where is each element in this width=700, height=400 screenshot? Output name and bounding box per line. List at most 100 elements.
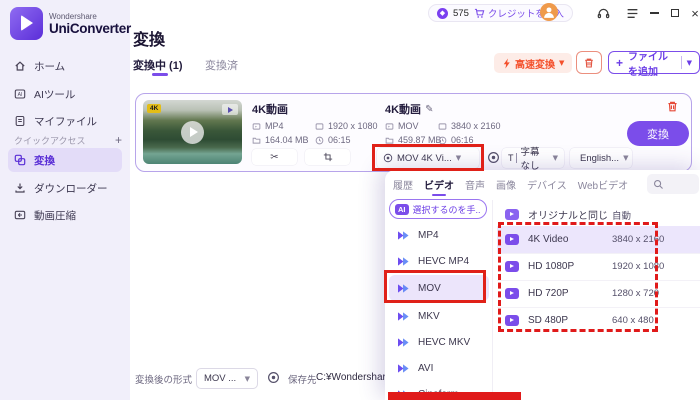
support-headset-button[interactable]: [595, 5, 611, 21]
edit-icon[interactable]: ✎: [425, 104, 433, 115]
sidebar-item-label: AIツール: [34, 88, 76, 101]
caret-down-icon: ▼: [559, 59, 565, 67]
trash-icon: [585, 58, 593, 68]
credits-count: 575: [453, 7, 469, 19]
gear-icon: [268, 372, 279, 383]
video-format-icon: [398, 230, 409, 240]
video-format-icon: [398, 337, 409, 347]
scissors-icon: ✂: [270, 151, 279, 163]
audio-dropdown[interactable]: English... ▼: [570, 148, 632, 168]
fast-convert-button[interactable]: 高速変換 ▼: [494, 53, 573, 73]
output-format-dropdown[interactable]: MOV ... ▼: [196, 368, 258, 389]
output-format-value: MOV ...: [204, 373, 237, 384]
tab-converted[interactable]: 変換済: [205, 57, 238, 73]
source-format-value: MP4: [265, 121, 284, 131]
resolution-icon: [315, 122, 324, 130]
play-icon[interactable]: [181, 121, 204, 144]
minimize-icon: [649, 12, 659, 14]
panel-tab-device[interactable]: デバイス: [527, 177, 567, 196]
home-icon: [15, 61, 25, 71]
output-file-title: 4K動画: [385, 104, 422, 116]
ai-select-button[interactable]: AI 選択するのを手...: [389, 199, 487, 219]
quick-access-section: クイックアクセス +: [14, 133, 122, 147]
video-thumbnail[interactable]: 4K: [143, 100, 242, 164]
add-files-button[interactable]: + ファイルを追加 ▼: [608, 51, 700, 78]
format-item-mp4[interactable]: MP4: [389, 222, 489, 248]
output-file-title-row: 4K動画 ✎: [385, 101, 433, 117]
gear-icon: [488, 152, 499, 163]
trash-icon: [668, 101, 677, 112]
sidebar-item-label: 変換: [34, 154, 55, 167]
format-icon: [252, 122, 261, 130]
format-search-box[interactable]: [647, 174, 699, 194]
uniconverter-logo-icon: [10, 7, 43, 40]
source-duration: 06:15: [315, 135, 351, 145]
output-format-label: 変換後の形式: [135, 375, 193, 386]
plus-icon: +: [616, 55, 624, 70]
audio-value: English...: [580, 152, 620, 164]
subtitle-dropdown[interactable]: T 字幕なし ▼: [502, 147, 564, 172]
clear-list-button[interactable]: [576, 51, 602, 74]
destination-label: 保存先: [288, 375, 317, 386]
tab-converting[interactable]: 変換中 (1): [133, 57, 183, 73]
format-item-hevc-mkv[interactable]: HEVC MKV: [389, 329, 489, 355]
list-icon: [627, 8, 637, 18]
sidebar-item-my-files[interactable]: マイファイル: [8, 109, 122, 133]
panel-tab-image[interactable]: 画像: [496, 177, 516, 196]
format-icon: [385, 122, 394, 130]
page-title: 変換: [133, 32, 166, 49]
sidebar-item-video-compress[interactable]: 動画圧縮: [8, 203, 122, 227]
sidebar-item-label: マイファイル: [34, 115, 97, 128]
format-item-mkv[interactable]: MKV: [389, 303, 489, 329]
panel-tab-webvideo[interactable]: Webビデオ: [578, 177, 628, 196]
minimize-button[interactable]: [645, 4, 663, 22]
add-files-label: ファイルを追加: [628, 51, 669, 78]
sidebar-item-convert[interactable]: 変換: [8, 148, 122, 172]
compress-icon: [14, 210, 26, 220]
avatar[interactable]: [540, 3, 558, 21]
output-resolution: 3840 x 2160: [438, 121, 501, 131]
format-label: MKV: [418, 310, 440, 322]
task-list-button[interactable]: [624, 5, 640, 21]
panel-tab-video[interactable]: ビデオ: [424, 177, 454, 196]
preset-settings-button[interactable]: [487, 151, 500, 169]
quick-access-add-button[interactable]: +: [115, 133, 122, 147]
maximize-button[interactable]: [666, 4, 684, 22]
caret-down-icon: ▼: [552, 154, 558, 162]
source-resolution-value: 1920 x 1080: [328, 121, 378, 131]
quick-access-label: クイックアクセス: [14, 135, 86, 146]
close-button[interactable]: ×: [686, 4, 700, 22]
format-item-avi[interactable]: AVI: [389, 355, 489, 381]
app-logo: Wondershare UniConverter: [10, 7, 131, 40]
panel-tabs: 履歴 ビデオ 音声 画像 デバイス Webビデオ: [393, 177, 628, 196]
remove-task-button[interactable]: [666, 100, 679, 118]
annotation-preset-highlight: [372, 144, 484, 171]
uniconverter-window: ◆ 575 クレジットを購入 × Wondershare UniConverte…: [0, 0, 700, 400]
caret-down-icon: ▼: [623, 154, 629, 162]
output-resolution-value: 3840 x 2160: [451, 121, 501, 131]
panel-tab-audio[interactable]: 音声: [465, 177, 485, 196]
convert-button[interactable]: 変換: [627, 121, 689, 146]
source-size: 164.04 MB: [252, 135, 309, 145]
source-resolution: 1920 x 1080: [315, 121, 378, 131]
sidebar-item-label: ダウンローダー: [34, 182, 108, 195]
sidebar-item-home[interactable]: ホーム: [8, 54, 122, 78]
ai-badge-icon: AI: [395, 203, 409, 215]
format-label: HEVC MP4: [418, 255, 470, 267]
format-label: AVI: [418, 362, 434, 374]
annotation-resolution-dashed-box: [498, 222, 658, 332]
subtitle-value: 字幕なし: [520, 147, 540, 172]
crop-button[interactable]: [305, 149, 350, 165]
panel-tab-history[interactable]: 履歴: [393, 177, 413, 196]
convert-icon: [14, 154, 26, 166]
format-label: HEVC MKV: [418, 336, 471, 348]
video-preset-icon: [505, 209, 519, 220]
sidebar-item-ai-tools[interactable]: AI AIツール: [8, 82, 122, 106]
cart-icon: [474, 8, 485, 18]
sidebar-item-downloader[interactable]: ダウンローダー: [8, 176, 122, 200]
output-settings-button[interactable]: [267, 371, 280, 389]
caret-down-icon: ▼: [244, 374, 250, 383]
trim-button[interactable]: ✂: [252, 149, 297, 165]
caret-down-icon[interactable]: ▼: [687, 59, 692, 67]
source-size-value: 164.04 MB: [265, 135, 309, 145]
